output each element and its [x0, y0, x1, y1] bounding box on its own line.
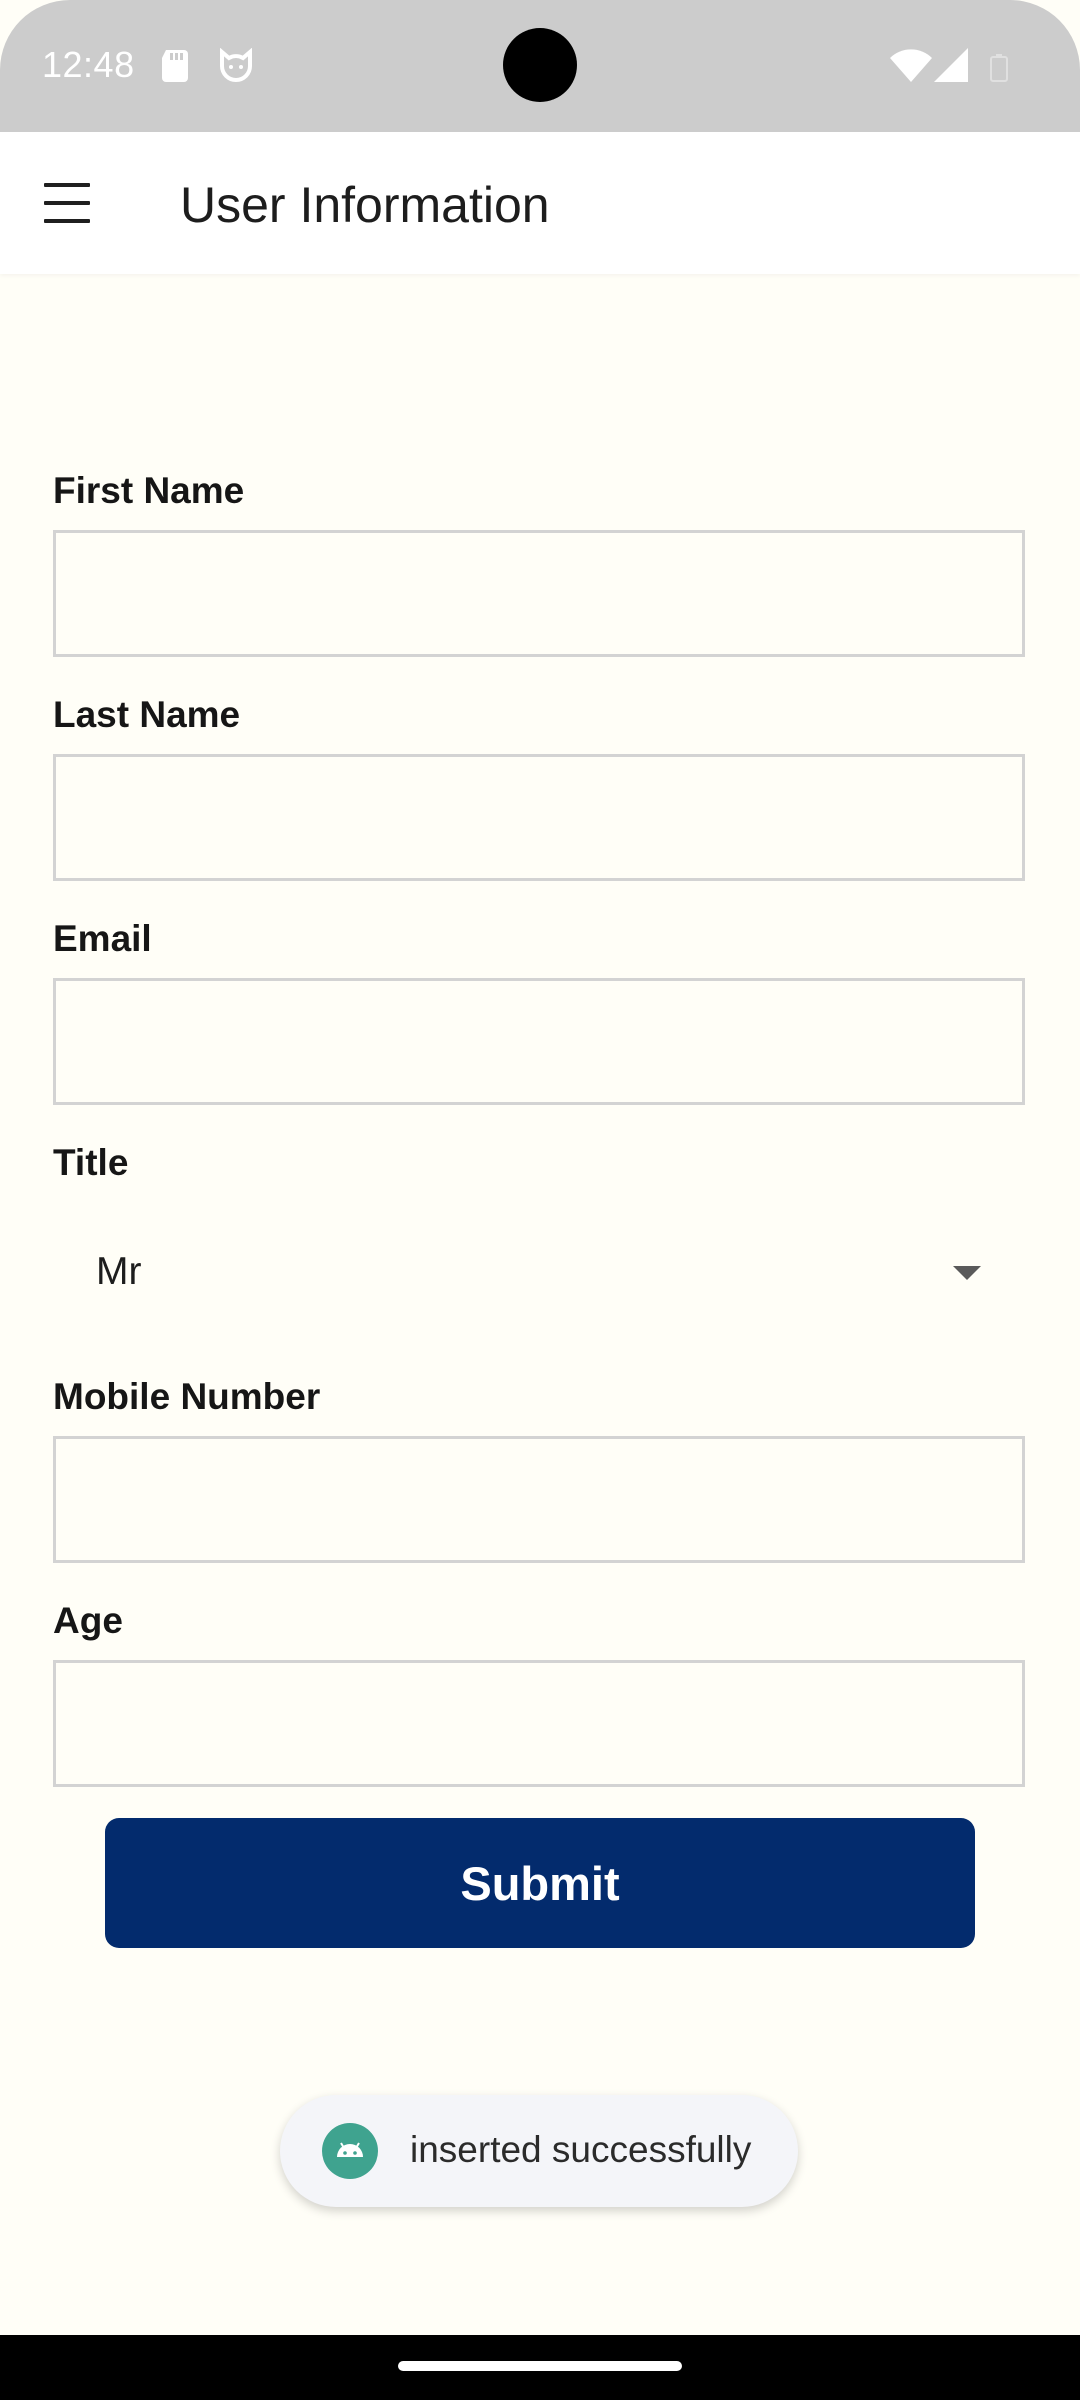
- age-label: Age: [53, 1600, 123, 1641]
- page-title: User Information: [180, 177, 550, 233]
- camera-cutout: [503, 28, 577, 102]
- battery-icon: [990, 54, 1008, 82]
- title-selected-value: Mr: [96, 1250, 142, 1293]
- dropdown-arrow-icon: [953, 1266, 981, 1280]
- email-label: Email: [53, 918, 152, 959]
- hamburger-menu-icon[interactable]: [36, 170, 102, 236]
- android-icon: [322, 2123, 378, 2179]
- toast-message: inserted successfully: [280, 2095, 798, 2207]
- title-label: Title: [53, 1142, 129, 1183]
- toast-text: inserted successfully: [410, 2129, 752, 2170]
- sd-card-icon: [162, 50, 188, 82]
- mobile-number-field[interactable]: [53, 1436, 1025, 1563]
- first-name-label: First Name: [53, 470, 245, 511]
- email-field[interactable]: [53, 978, 1025, 1105]
- first-name-field[interactable]: [53, 530, 1025, 657]
- app-bar: User Information: [0, 132, 1080, 274]
- cat-face-icon: [220, 48, 252, 82]
- wifi-icon: [890, 49, 932, 82]
- status-time: 12:48: [42, 44, 135, 85]
- status-bar: 12:48: [0, 0, 1080, 132]
- last-name-label: Last Name: [53, 694, 241, 735]
- title-dropdown[interactable]: Mr: [53, 1230, 1025, 1320]
- app-screen: 12:48 User Information First Name Last N…: [0, 0, 1080, 2335]
- age-field[interactable]: [53, 1660, 1025, 1787]
- mobile-number-label: Mobile Number: [53, 1376, 321, 1417]
- last-name-field[interactable]: [53, 754, 1025, 881]
- gesture-navigation-handle[interactable]: [398, 2361, 682, 2371]
- signal-icon: [934, 48, 968, 82]
- submit-button[interactable]: Submit: [105, 1818, 975, 1948]
